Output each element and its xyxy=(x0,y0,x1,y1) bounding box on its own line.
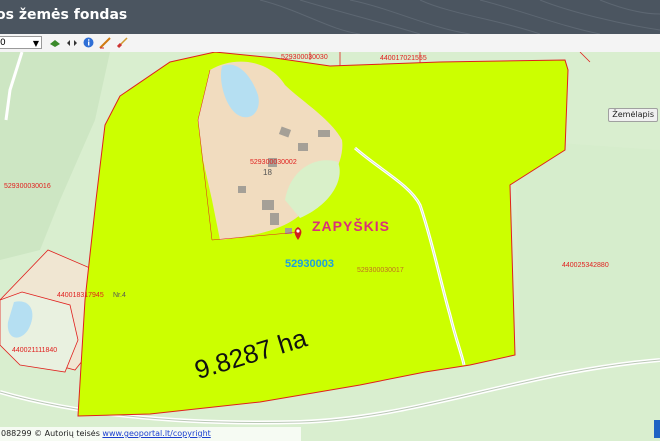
parcel-label: 529300030030 xyxy=(281,54,328,61)
map-canvas[interactable]: Žemėlapis 529300030030 440017021555 5293… xyxy=(0,52,660,441)
place-name-label: ZAPYŠKIS xyxy=(312,218,391,234)
basemap-toggle-button[interactable]: Žemėlapis xyxy=(608,108,658,122)
cadastral-area-label: 52930003 xyxy=(285,258,334,270)
map-layer xyxy=(0,52,660,441)
scale-select[interactable]: 0 ▼ xyxy=(0,36,42,49)
map-footer: 088299 © Autorių teisės www.geoportal.lt… xyxy=(0,427,301,441)
parcel-label: 440018317945 xyxy=(57,292,104,299)
navigate-arrows-icon xyxy=(66,39,77,46)
house-number-label: 18 xyxy=(263,168,272,177)
parcel-label: 529300030002 xyxy=(250,159,297,166)
app-title: os žemės fondas xyxy=(0,7,128,23)
copyright-text: © Autorių teisės xyxy=(34,429,100,438)
copyright-link[interactable]: www.geoportal.lt/copyright xyxy=(102,429,210,438)
street-label: Nr.4 xyxy=(113,292,126,299)
parcel-label: 529300030016 xyxy=(4,183,51,190)
map-toolbar: 0 ▼ xyxy=(0,34,660,53)
measure-icon xyxy=(98,36,111,49)
navigate-button[interactable] xyxy=(65,36,78,49)
scale-readout: 088299 xyxy=(1,429,32,438)
app-header: os žemės fondas xyxy=(0,0,660,34)
layers-icon xyxy=(49,39,60,47)
info-icon xyxy=(83,37,94,48)
info-button[interactable] xyxy=(82,36,95,49)
brush-icon xyxy=(116,36,128,48)
parcel-label: 440021111840 xyxy=(12,347,58,354)
corner-widget[interactable] xyxy=(654,420,660,438)
parcel-label: 440025342880 xyxy=(562,262,609,269)
layers-button[interactable] xyxy=(48,36,61,49)
chevron-down-icon: ▼ xyxy=(32,39,39,48)
measure-button[interactable] xyxy=(98,36,111,49)
scale-select-value: 0 xyxy=(0,38,6,48)
brush-button[interactable] xyxy=(115,36,128,49)
parcel-label: 440017021555 xyxy=(380,55,427,62)
parcel-label: 529300030017 xyxy=(357,267,404,274)
